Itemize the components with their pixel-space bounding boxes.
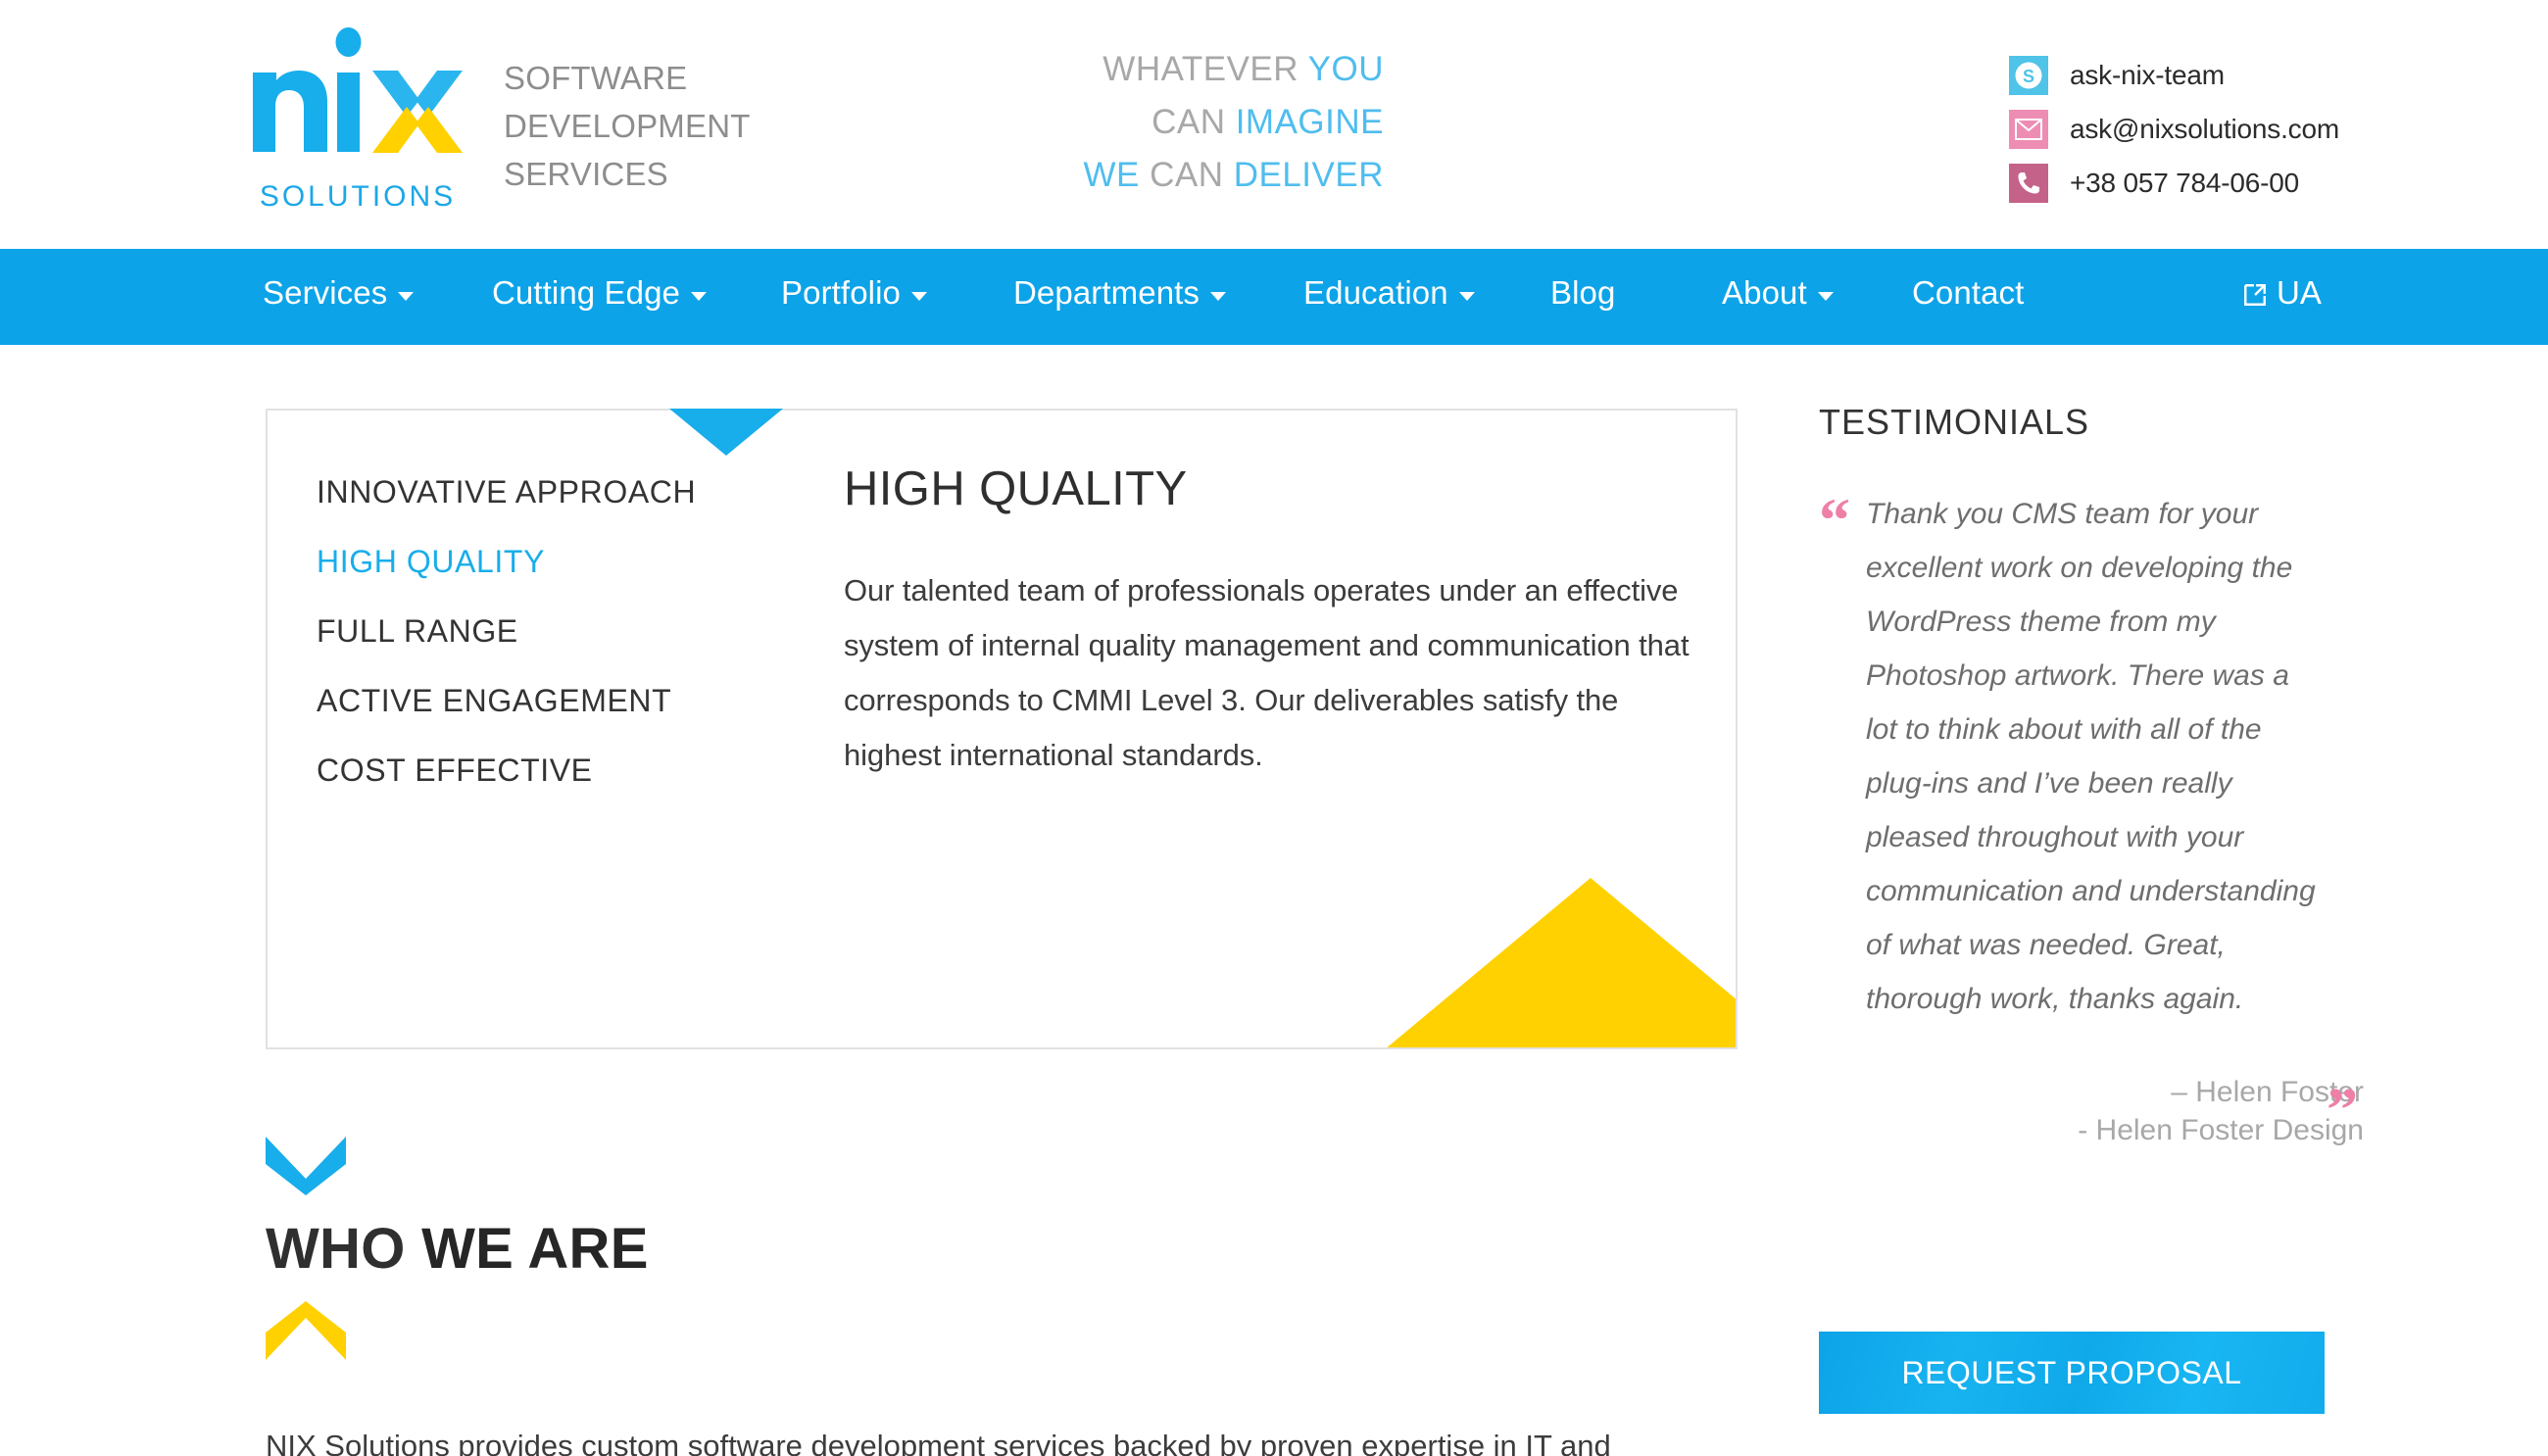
nav-item-cutting-edge[interactable]: Cutting Edge — [492, 274, 707, 312]
nav-label-education: Education — [1303, 274, 1448, 311]
slogan-line-3: WE CAN DELIVER — [1083, 149, 1384, 202]
contact-email[interactable]: ask@nixsolutions.com — [2009, 103, 2339, 155]
tab-innovative-approach[interactable]: INNOVATIVE APPROACH — [317, 472, 777, 542]
header-contacts: S ask-nix-team ask@nixsolutions.com +38 … — [2009, 49, 2339, 211]
nav-item-blog[interactable]: Blog — [1550, 274, 1615, 312]
nav-item-services[interactable]: Services — [263, 274, 415, 312]
nav-item-contact[interactable]: Contact — [1912, 274, 2024, 312]
logo-tagline: SOFTWARE DEVELOPMENT SERVICES — [504, 60, 751, 192]
tab-high-quality[interactable]: HIGH QUALITY — [317, 542, 777, 611]
svg-text:S: S — [2023, 67, 2034, 86]
logo-solutions-text: SOLUTIONS — [259, 180, 457, 213]
yellow-triangle-decoration — [1385, 878, 1736, 1047]
testimonial-quote: “ Thank you CMS team for your excellent … — [1819, 487, 2368, 1149]
tab-cost-effective[interactable]: COST EFFECTIVE — [317, 751, 777, 820]
page-root: SOLUTIONS SOFTWARE DEVELOPMENT SERVICES … — [0, 0, 2548, 1456]
panel-description: Our talented team of professionals opera… — [844, 573, 1690, 772]
who-title-bold: WE ARE — [421, 1217, 649, 1281]
who-we-are-paragraph: NIX Solutions provides custom software d… — [266, 1429, 1611, 1456]
nav-label-departments: Departments — [1013, 274, 1200, 311]
header-slogan: WHATEVER YOU CAN IMAGINE WE CAN DELIVER — [1083, 43, 1384, 202]
logo-mark: SOLUTIONS — [251, 27, 465, 212]
main-navigation: Services Cutting Edge Portfolio Departme… — [0, 249, 2548, 345]
contact-phone-value: +38 057 784-06-00 — [2070, 167, 2300, 198]
slogan-line-2: CAN IMAGINE — [1083, 96, 1384, 149]
contact-skype[interactable]: S ask-nix-team — [2009, 49, 2339, 101]
contact-skype-value: ask-nix-team — [2070, 59, 2225, 90]
nav-inner: Services Cutting Edge Portfolio Departme… — [0, 249, 2548, 345]
who-title-light: WHO — [266, 1217, 422, 1281]
slogan-1b: YOU — [1307, 50, 1384, 88]
request-proposal-button[interactable]: REQUEST PROPOSAL — [1819, 1332, 2325, 1414]
slogan-2a: CAN — [1152, 103, 1236, 141]
slogan-1a: WHATEVER — [1102, 50, 1308, 88]
slogan-3b: CAN — [1150, 156, 1234, 194]
panel-title: HIGH QUALITY — [844, 462, 1188, 515]
quote-open-icon: “ — [1819, 485, 1850, 555]
contact-email-value: ask@nixsolutions.com — [2070, 113, 2339, 144]
nav-label-blog: Blog — [1550, 274, 1616, 311]
slogan-3c: DELIVER — [1233, 156, 1384, 194]
nav-language-label: UA — [2277, 274, 2322, 311]
testimonial-author-company: - Helen Foster Design — [2078, 1114, 2364, 1146]
contact-phone[interactable]: +38 057 784-06-00 — [2009, 157, 2339, 209]
testimonial-text: Thank you CMS team for your excellent wo… — [1866, 498, 2316, 1015]
chevron-down-icon — [910, 291, 927, 301]
nav-item-education[interactable]: Education — [1303, 274, 1475, 312]
features-panel: INNOVATIVE APPROACH HIGH QUALITY FULL RA… — [266, 409, 1738, 1049]
site-header: SOLUTIONS SOFTWARE DEVELOPMENT SERVICES … — [0, 0, 2548, 249]
features-panel-content: HIGH QUALITY Our talented team of profes… — [844, 461, 1706, 783]
testimonials-title: TESTIMONIALS — [1819, 402, 2090, 442]
skype-icon: S — [2009, 55, 2048, 95]
slogan-2b: IMAGINE — [1235, 103, 1384, 141]
features-tab-list: INNOVATIVE APPROACH HIGH QUALITY FULL RA… — [317, 472, 777, 820]
nix-logo-icon — [253, 27, 463, 153]
quote-close-icon: ” — [2327, 1075, 2358, 1144]
who-we-are-title: WHO WE ARE — [266, 1217, 1736, 1282]
chevron-down-icon — [1817, 291, 1834, 301]
testimonial-author-name: – Helen Foster — [2171, 1076, 2364, 1108]
email-icon — [2009, 109, 2048, 149]
nav-language-switch[interactable]: UA — [2242, 274, 2322, 312]
nav-label-contact: Contact — [1912, 274, 2025, 311]
phone-icon — [2009, 163, 2048, 203]
yellow-triangle-shape — [1385, 878, 1736, 1047]
site-logo[interactable]: SOLUTIONS SOFTWARE DEVELOPMENT SERVICES — [251, 27, 751, 212]
chevron-down-icon — [398, 291, 415, 301]
tab-full-range[interactable]: FULL RANGE — [317, 611, 777, 681]
nav-label-about: About — [1722, 274, 1807, 311]
who-we-are-section: WHO WE ARE NIX Solutions provides custom… — [266, 1137, 1736, 1456]
chevron-down-icon — [691, 291, 707, 301]
slogan-3a: WE — [1083, 156, 1151, 194]
nav-item-portfolio[interactable]: Portfolio — [781, 274, 927, 312]
chevron-down-icon — [1458, 291, 1475, 301]
testimonial-attribution: – Helen Foster - Helen Foster Design — [1819, 1073, 2368, 1149]
tab-active-engagement[interactable]: ACTIVE ENGAGEMENT — [317, 681, 777, 751]
blue-triangle-tab-marker — [669, 409, 783, 456]
slogan-line-1: WHATEVER YOU — [1083, 43, 1384, 96]
chevron-down-icon — [1210, 291, 1227, 301]
nav-label-cutting-edge: Cutting Edge — [492, 274, 680, 311]
external-link-icon — [2244, 284, 2266, 306]
nav-item-about[interactable]: About — [1722, 274, 1834, 312]
nav-label-portfolio: Portfolio — [781, 274, 901, 311]
testimonials-sidebar: TESTIMONIALS “ Thank you CMS team for yo… — [1819, 402, 2368, 1149]
nav-label-services: Services — [263, 274, 388, 311]
chevron-down-blue-icon — [266, 1137, 346, 1195]
chevron-up-yellow-icon — [266, 1301, 346, 1360]
nav-item-departments[interactable]: Departments — [1013, 274, 1227, 312]
